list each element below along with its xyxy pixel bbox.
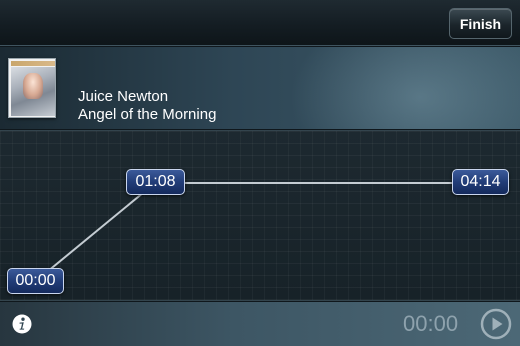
ramp-line (35, 182, 156, 282)
top-toolbar: Finish (0, 0, 520, 46)
fade-point-handle[interactable]: 01:08 (126, 169, 185, 195)
end-time-handle[interactable]: 04:14 (452, 169, 509, 195)
timeline-lines (35, 182, 480, 282)
info-icon[interactable] (12, 314, 32, 334)
bottom-toolbar: 00:00 (0, 302, 520, 346)
elapsed-time: 00:00 (403, 311, 459, 336)
start-time-handle[interactable]: 00:00 (7, 268, 64, 294)
song-title: Angel of the Morning (78, 106, 217, 123)
play-circle-icon[interactable] (480, 308, 512, 340)
fade-timeline[interactable] (0, 130, 520, 301)
finish-button[interactable]: Finish (449, 8, 512, 39)
artist-name: Juice Newton (78, 88, 169, 105)
background-glow (290, 47, 520, 129)
album-cover-image (8, 58, 56, 118)
